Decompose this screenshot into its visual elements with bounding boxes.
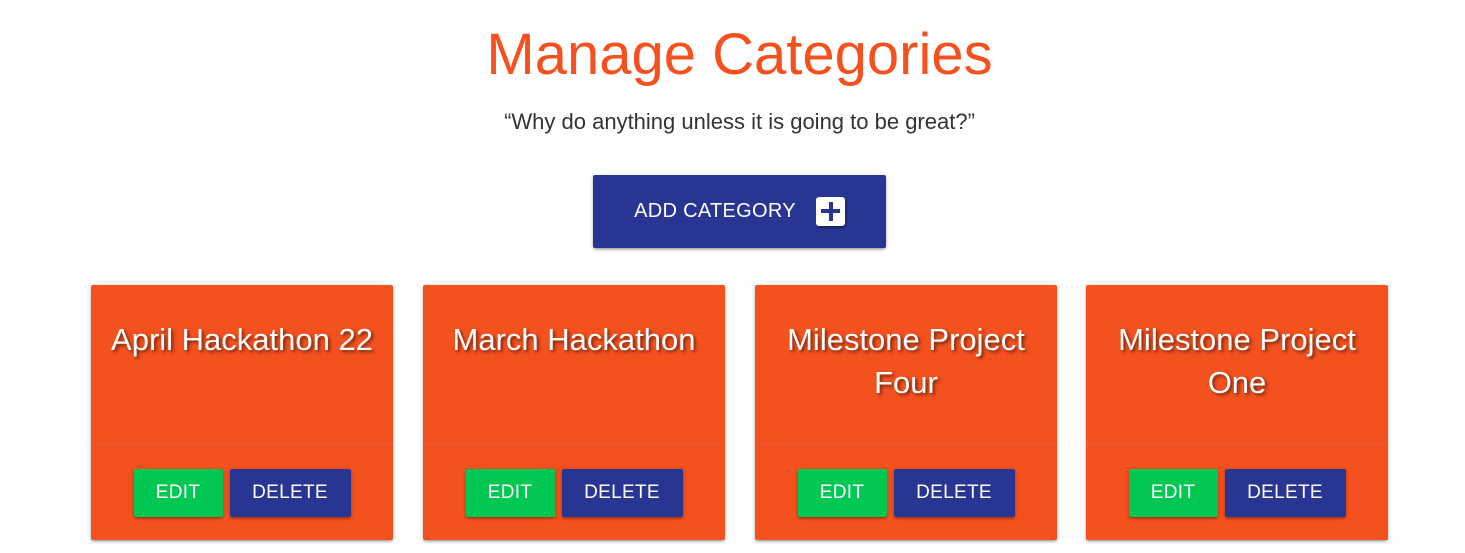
card-actions: EDIT DELETE <box>423 445 725 540</box>
delete-button[interactable]: DELETE <box>561 469 683 517</box>
delete-button[interactable]: DELETE <box>1224 469 1346 517</box>
delete-button[interactable]: DELETE <box>893 469 1015 517</box>
card-content: Milestone Project One <box>1086 285 1388 445</box>
category-name: Milestone Project Four <box>787 322 1025 400</box>
edit-button[interactable]: EDIT <box>1128 469 1218 517</box>
category-name: Milestone Project One <box>1118 322 1356 400</box>
edit-button[interactable]: EDIT <box>133 469 223 517</box>
page-title: Manage Categories <box>486 22 993 87</box>
category-card: Milestone Project One EDIT DELETE <box>1086 285 1388 540</box>
category-card: Milestone Project Four EDIT DELETE <box>755 285 1057 540</box>
category-card: April Hackathon 22 EDIT DELETE <box>91 285 393 540</box>
card-actions: EDIT DELETE <box>91 445 393 540</box>
card-content: March Hackathon <box>423 285 725 445</box>
delete-button[interactable]: DELETE <box>229 469 351 517</box>
manage-categories-page: Manage Categories “Why do anything unles… <box>0 0 1465 553</box>
plus-box-icon <box>815 197 845 226</box>
card-content: April Hackathon 22 <box>91 285 393 445</box>
edit-button[interactable]: EDIT <box>797 469 887 517</box>
category-name: April Hackathon 22 <box>111 322 373 357</box>
card-actions: EDIT DELETE <box>1086 445 1388 540</box>
category-card: March Hackathon EDIT DELETE <box>423 285 725 540</box>
edit-button[interactable]: EDIT <box>465 469 555 517</box>
category-cards: April Hackathon 22 EDIT DELETE March Hac… <box>0 285 1465 540</box>
card-content: Milestone Project Four <box>755 285 1057 445</box>
add-category-button[interactable]: ADD CATEGORY <box>593 175 886 248</box>
add-category-label: ADD CATEGORY <box>634 200 796 222</box>
page-quote: “Why do anything unless it is going to b… <box>504 109 975 134</box>
category-name: March Hackathon <box>452 322 696 357</box>
card-actions: EDIT DELETE <box>755 445 1057 540</box>
